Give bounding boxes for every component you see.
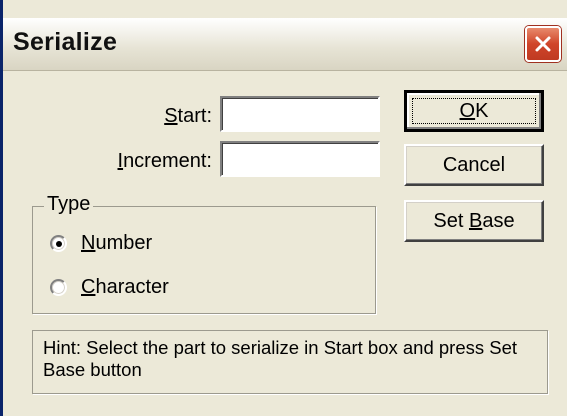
- increment-input[interactable]: [220, 141, 380, 177]
- radio-character[interactable]: Character: [50, 276, 169, 299]
- set-base-button-label: Set Base: [433, 209, 515, 232]
- increment-label: Increment:: [117, 150, 213, 172]
- ok-button[interactable]: OK: [404, 90, 544, 132]
- close-icon: [535, 36, 551, 52]
- cancel-button[interactable]: Cancel: [404, 144, 544, 186]
- focus-rect: [412, 98, 536, 124]
- cancel-button-label: Cancel: [442, 153, 506, 176]
- radio-number-label[interactable]: Number: [81, 232, 152, 255]
- title-bar[interactable]: Serialize: [3, 18, 567, 71]
- type-group-title: Type: [44, 193, 94, 216]
- hint-box: Hint: Select the part to serialize in St…: [32, 330, 548, 394]
- radio-character-label[interactable]: Character: [81, 276, 169, 299]
- radio-selected-dot: [55, 240, 62, 247]
- hint-text: Hint: Select the part to serialize in St…: [43, 337, 518, 380]
- window-title: Serialize: [13, 28, 118, 56]
- set-base-button[interactable]: Set Base: [404, 200, 544, 242]
- start-label: Start:: [164, 105, 212, 127]
- serialize-dialog: Serialize Start: Increment: OK Cancel Se…: [0, 0, 567, 416]
- close-button[interactable]: [525, 26, 561, 62]
- start-input[interactable]: [220, 96, 380, 132]
- radio-number[interactable]: Number: [50, 232, 152, 255]
- radio-character-button[interactable]: [50, 279, 67, 296]
- radio-number-button[interactable]: [50, 235, 67, 252]
